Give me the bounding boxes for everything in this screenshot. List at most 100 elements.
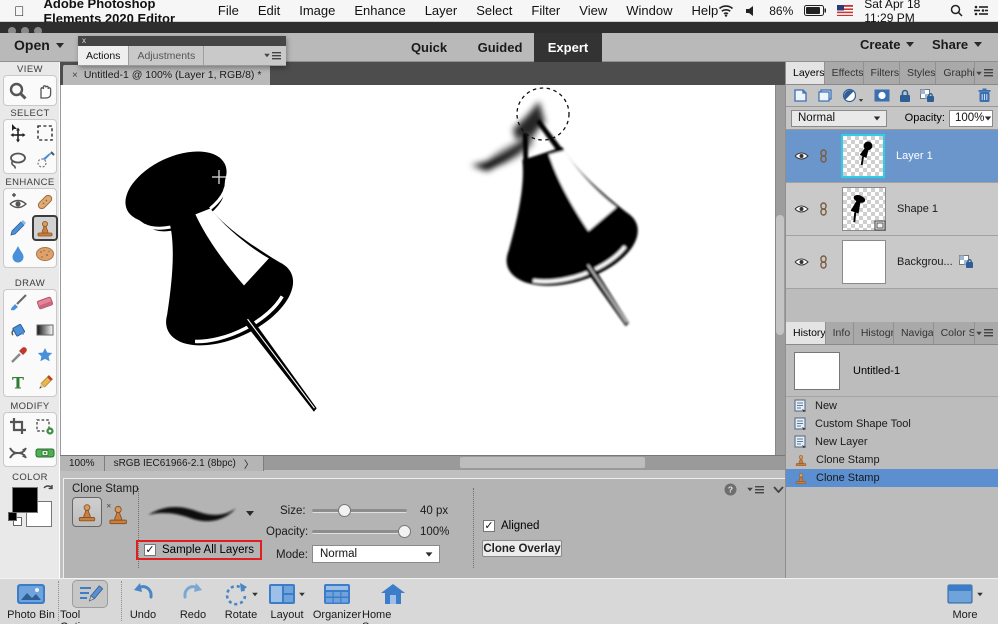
layer1-name[interactable]: Layer 1 [896,150,933,162]
opacity-slider[interactable] [312,530,407,534]
sponge-tool[interactable] [32,241,58,267]
menu-select[interactable]: Select [476,3,512,18]
eraser-tool[interactable] [32,290,58,316]
move-tool[interactable] [5,120,31,146]
menubar-clock[interactable]: Sat Apr 18 11:29 PM [864,0,939,25]
tool-options-button[interactable]: Tool Options [60,580,120,624]
horizontal-scrollbar-thumb[interactable] [460,457,645,468]
shape1-thumbnail[interactable] [842,187,886,231]
hand-tool[interactable] [32,78,58,104]
rectangular-marquee-tool[interactable] [32,120,58,146]
gradient-tool[interactable] [32,317,58,343]
apple-menu-icon[interactable]:  [14,3,25,19]
spotlight-search-icon[interactable] [950,4,963,17]
create-button[interactable]: Create [860,37,914,52]
redo-button[interactable]: Redo [176,580,210,621]
clone-overlay-button[interactable]: Clone Overlay [482,540,562,557]
tab-graphics[interactable]: Graphi [936,62,975,84]
layer-row-background[interactable]: Backgrou... [786,236,998,289]
link-layer-icon[interactable] [819,149,828,163]
adjustment-layer-icon[interactable] [842,88,865,103]
visibility-eye-icon[interactable] [794,257,809,267]
swap-colors-icon[interactable] [42,483,54,495]
clone-stamp-variant-button[interactable] [72,497,102,527]
history-panel-menu-icon[interactable] [975,322,998,344]
history-doc-thumbnail[interactable] [794,352,840,390]
mode-dropdown[interactable]: Normal [312,545,440,563]
document-tab[interactable]: × Untitled-1 @ 100% (Layer 1, RGB/8) * [63,65,270,85]
link-layer-icon[interactable] [819,255,828,269]
background-thumbnail[interactable] [842,240,886,284]
zoom-tool[interactable] [5,78,31,104]
pencil-tool[interactable] [32,370,58,396]
background-name[interactable]: Backgrou... [897,256,953,268]
tab-actions[interactable]: Actions [78,46,129,65]
history-item-custom-shape[interactable]: Custom Shape Tool [786,415,998,433]
foreground-color-swatch[interactable] [12,487,38,513]
open-button[interactable]: Open [14,37,64,53]
menu-window[interactable]: Window [626,3,672,18]
tab-expert[interactable]: Expert [534,33,602,62]
brush-stroke-preview[interactable] [146,498,238,528]
history-doc-row[interactable]: Untitled-1 [786,345,998,397]
tab-histogram[interactable]: Histogr [854,322,894,344]
history-item-clone-stamp-1[interactable]: Clone Stamp [786,451,998,469]
history-item-new[interactable]: New [786,397,998,415]
recompose-tool[interactable] [32,413,58,439]
home-screen-button[interactable]: Home Screen [362,580,424,624]
layer-opacity-dropdown[interactable]: 100% [949,110,993,127]
brush-tool[interactable] [5,290,31,316]
content-aware-move-tool[interactable] [5,440,31,466]
history-item-new-layer[interactable]: New Layer [786,433,998,451]
blur-tool[interactable] [5,241,31,267]
custom-shape-tool[interactable] [32,343,58,369]
tab-navigator[interactable]: Naviga [894,322,934,344]
lock-icon[interactable] [899,89,911,103]
organizer-button[interactable]: Organizer [310,580,364,621]
document-tab-close-icon[interactable]: × [72,70,78,81]
layer-row-shape1[interactable]: Shape 1 [786,183,998,236]
help-icon[interactable]: ? [724,483,737,496]
type-tool[interactable]: T [5,370,31,396]
floating-panel-titlebar[interactable]: x [78,36,286,46]
sample-all-layers-checkbox[interactable]: ✓ [144,544,156,556]
tab-effects[interactable]: Effects [825,62,864,84]
tab-layers[interactable]: Layers [786,62,825,84]
blend-mode-dropdown[interactable]: Normal [791,110,887,127]
layer-row-layer1[interactable]: Layer 1 [786,130,998,183]
tab-history[interactable]: History [786,322,826,344]
tool-options-menu-icon[interactable] [746,486,764,494]
share-button[interactable]: Share [932,37,982,52]
tab-info[interactable]: Info [826,322,854,344]
input-language-flag-icon[interactable] [837,5,853,16]
link-layer-icon[interactable] [819,202,828,216]
more-button[interactable]: More [940,580,990,621]
spot-healing-brush-tool[interactable] [32,189,58,215]
aligned-checkbox[interactable]: ✓ [483,520,495,532]
menu-layer[interactable]: Layer [425,3,458,18]
straighten-tool[interactable] [32,440,58,466]
menu-edit[interactable]: Edit [258,3,280,18]
menu-file[interactable]: File [218,3,239,18]
tab-adjustments[interactable]: Adjustments [129,46,204,65]
quick-selection-tool[interactable] [32,147,58,173]
tab-filters[interactable]: Filters [864,62,900,84]
shape1-name[interactable]: Shape 1 [897,203,938,215]
photo-bin-button[interactable]: Photo Bin [4,580,58,621]
lasso-tool[interactable] [5,147,31,173]
document-canvas[interactable] [60,85,775,455]
red-eye-removal-tool[interactable] [5,189,31,215]
tab-quick[interactable]: Quick [398,33,460,62]
crop-tool[interactable] [5,413,31,439]
tab-styles[interactable]: Styles [900,62,936,84]
visibility-eye-icon[interactable] [794,204,809,214]
brush-picker-caret-icon[interactable] [246,511,254,516]
vertical-scrollbar-thumb[interactable] [776,215,784,335]
status-chevron-icon[interactable]: 〉 [244,456,254,471]
control-center-icon[interactable] [974,5,988,16]
menu-filter[interactable]: Filter [531,3,560,18]
menu-help[interactable]: Help [691,3,718,18]
delete-layer-trash-icon[interactable] [978,88,991,103]
lock-transparency-icon[interactable] [920,89,935,103]
visibility-eye-icon[interactable] [794,151,809,161]
